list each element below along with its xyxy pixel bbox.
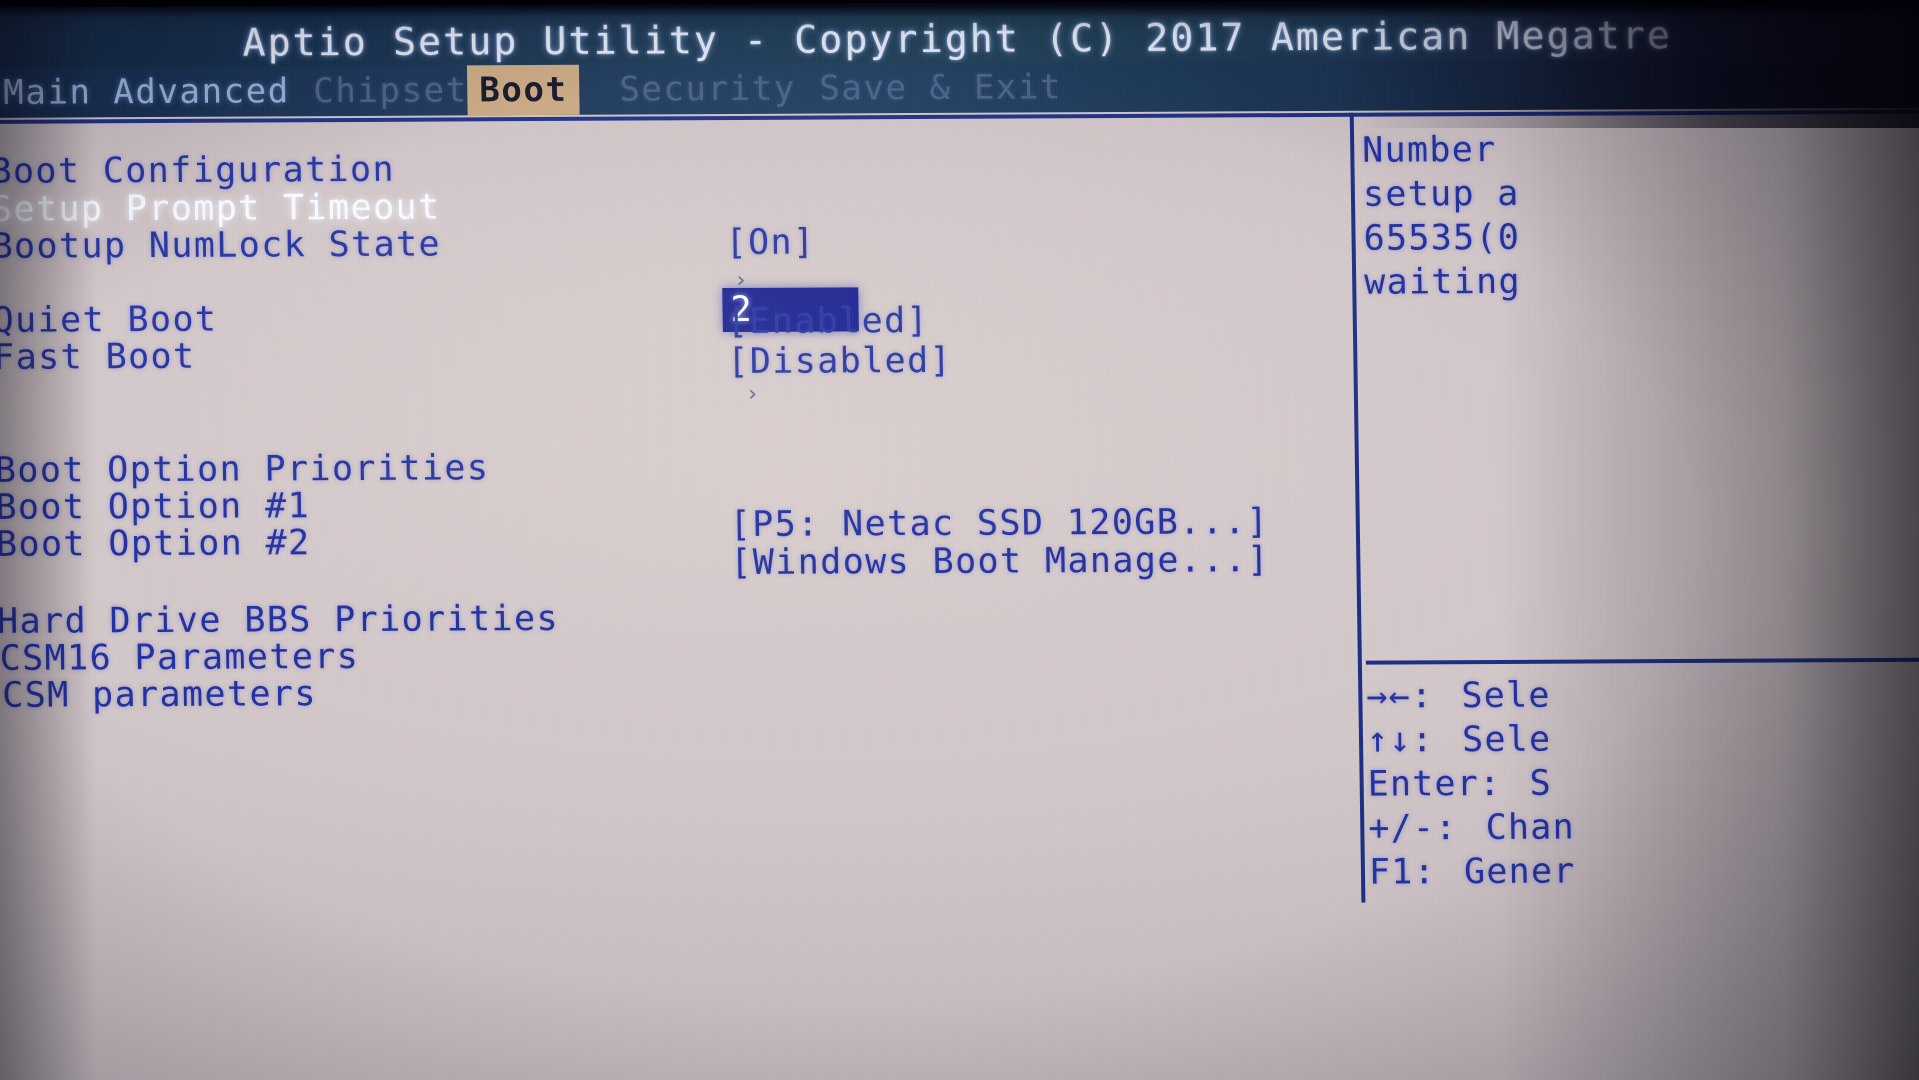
section-heading-boot-option-priorities: Boot Option Priorities xyxy=(0,448,490,491)
tab-boot[interactable]: Boot xyxy=(466,64,580,116)
legend-action-select-item: Sele xyxy=(1461,719,1552,761)
submenu-csm16-parameters[interactable]: CSM16 Parameters xyxy=(0,637,360,679)
legend-row-enter: Enter: S xyxy=(1367,764,1552,805)
legend-row-select-vertical: ↑↓: Sele xyxy=(1367,720,1552,761)
f1-key-icon: F1: xyxy=(1368,852,1437,893)
screen-speck-artifact: › xyxy=(745,381,760,407)
setting-label-fast-boot: Fast Boot xyxy=(0,336,196,378)
legend-action-general-help: Gener xyxy=(1463,851,1576,893)
setting-row-quiet-boot[interactable]: Quiet Boot xyxy=(0,300,218,341)
setting-value-bootup-numlock-state[interactable]: [On] xyxy=(725,223,815,263)
boot-priorities-heading-label: Boot Option Priorities xyxy=(0,448,490,491)
submenu-csm-parameters[interactable]: CSM parameters xyxy=(2,674,317,716)
submenu-label-hard-drive-bbs-priorities: Hard Drive BBS Priorities xyxy=(0,598,560,642)
help-panel: Number setup a 65535(0 waiting xyxy=(1358,116,1919,649)
legend-row-select-horizontal: →←: Sele xyxy=(1366,676,1551,717)
screen-speck-artifact: › xyxy=(733,267,748,293)
setting-row-fast-boot[interactable]: Fast Boot xyxy=(0,337,196,378)
legend-row-plus-minus: +/-: Chan xyxy=(1368,808,1575,849)
submenu-label-csm-parameters: CSM parameters xyxy=(1,674,318,716)
setting-label-quiet-boot: Quiet Boot xyxy=(0,299,218,341)
help-text-line-1: Number xyxy=(1361,130,1497,171)
menu-tab-bar[interactable]: Main Advanced Chipset Boot Security Save… xyxy=(0,57,1919,118)
setting-row-boot-option-1[interactable]: Boot Option #1 xyxy=(0,486,310,528)
setting-row-bootup-numlock-state[interactable]: Bootup NumLock State xyxy=(0,225,441,267)
setting-row-setup-prompt-timeout[interactable]: Setup Prompt Timeout xyxy=(0,188,441,230)
legend-row-f1: F1: Gener xyxy=(1369,852,1576,893)
setting-label-boot-option-2: Boot Option #2 xyxy=(0,523,311,565)
arrow-up-down-icon: ↑↓: xyxy=(1366,720,1435,761)
legend-action-enter: S xyxy=(1529,763,1553,804)
monitor-panel: Aptio Setup Utility - Copyright (C) 2017… xyxy=(0,0,1919,1080)
submenu-hard-drive-bbs-priorities[interactable]: Hard Drive BBS Priorities xyxy=(0,599,559,642)
setting-value-boot-option-1[interactable]: [P5: Netac SSD 120GB...] xyxy=(729,502,1269,545)
tab-security[interactable]: Security xyxy=(607,64,808,115)
settings-pane: Boot Configuration Setup Prompt Timeout … xyxy=(0,113,1364,1080)
setting-label-setup-prompt-timeout: Setup Prompt Timeout xyxy=(0,187,441,230)
section-heading-boot-configuration: Boot Configuration xyxy=(0,150,395,192)
key-legend-panel: →←: Sele ↑↓: Sele Enter: S +/-: Chan F1:… xyxy=(1366,674,1919,1077)
plus-minus-key-icon: +/-: xyxy=(1368,808,1458,849)
setting-value-quiet-boot[interactable]: [Enabled] xyxy=(726,301,929,342)
setting-row-boot-option-2[interactable]: Boot Option #2 xyxy=(0,523,311,565)
legend-action-change-value: Chan xyxy=(1485,807,1576,849)
help-text-line-4: waiting xyxy=(1363,261,1522,303)
arrow-left-right-icon: →←: xyxy=(1366,676,1434,717)
bios-screen-photo: Aptio Setup Utility - Copyright (C) 2017… xyxy=(0,0,1919,1080)
tab-chipset[interactable]: Chipset xyxy=(301,65,480,116)
tab-save-and-exit[interactable]: Save & Exit xyxy=(807,62,1075,113)
enter-key-icon: Enter: xyxy=(1367,763,1502,805)
section-heading-label: Boot Configuration xyxy=(0,149,396,192)
help-text-line-2: setup a xyxy=(1362,173,1520,215)
setting-label-bootup-numlock-state: Bootup NumLock State xyxy=(0,224,442,267)
setting-label-boot-option-1: Boot Option #1 xyxy=(0,486,311,528)
page-title: Aptio Setup Utility - Copyright (C) 2017… xyxy=(242,13,1673,65)
tab-main[interactable]: Main xyxy=(0,67,104,118)
help-text-line-3: 65535(0 xyxy=(1363,217,1521,259)
setting-value-boot-option-2[interactable]: [Windows Boot Manage...] xyxy=(730,540,1270,583)
setting-value-fast-boot[interactable]: [Disabled] xyxy=(727,341,952,382)
submenu-label-csm16-parameters: CSM16 Parameters xyxy=(0,636,360,679)
legend-action-select-screen: Sele xyxy=(1461,675,1551,717)
tab-advanced[interactable]: Advanced xyxy=(101,66,302,117)
